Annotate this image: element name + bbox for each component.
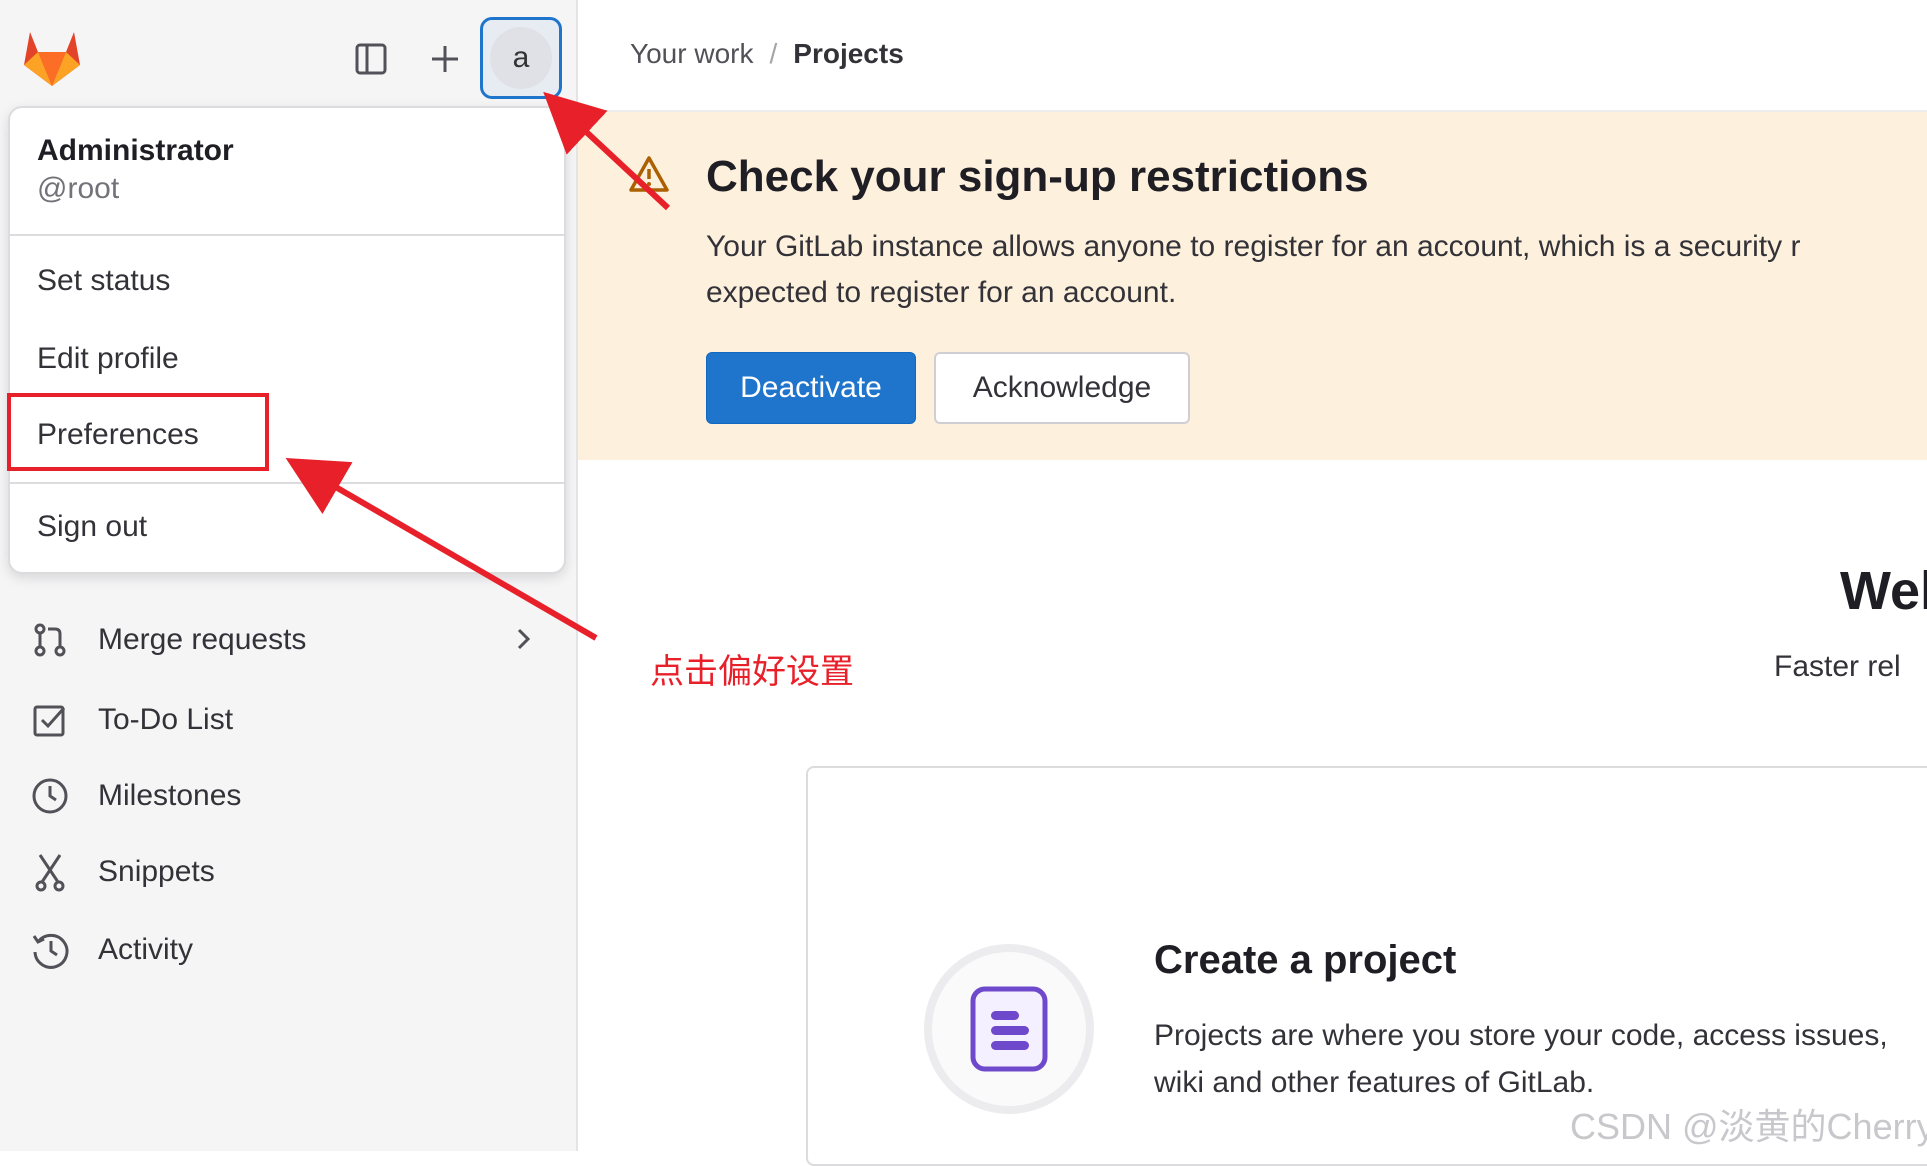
acknowledge-button[interactable]: Acknowledge bbox=[934, 352, 1190, 424]
sidebar-item-label: Snippets bbox=[98, 855, 215, 888]
banner-title: Check your sign-up restrictions bbox=[706, 152, 1369, 201]
sidebar-item-merge-requests[interactable]: Merge requests bbox=[28, 610, 548, 670]
user-avatar-button[interactable]: a bbox=[480, 17, 562, 99]
clock-icon bbox=[28, 774, 72, 818]
sidebar-item-label: To-Do List bbox=[98, 703, 234, 736]
sidebar-item-activity[interactable]: Activity bbox=[28, 920, 548, 980]
plus-icon bbox=[432, 46, 458, 72]
sidebar-header: a bbox=[0, 0, 576, 110]
edit-profile-item[interactable]: Edit profile bbox=[37, 342, 179, 376]
banner-text-line: expected to register for an account. bbox=[706, 276, 1177, 309]
breadcrumb-separator: / bbox=[769, 38, 778, 69]
sidebar-item-snippets[interactable]: Snippets bbox=[28, 842, 548, 902]
banner-text: Your GitLab instance allows anyone to re… bbox=[706, 224, 1927, 316]
signup-restrictions-banner: Check your sign-up restrictions Your Git… bbox=[578, 112, 1927, 460]
breadcrumb: Your work / Projects bbox=[630, 38, 904, 70]
create-new-button[interactable] bbox=[422, 36, 468, 82]
sidebar-item-label: Merge requests bbox=[98, 623, 307, 656]
sidebar-item-label: Milestones bbox=[98, 779, 242, 812]
chevron-right-icon bbox=[517, 628, 531, 650]
user-handle: @root bbox=[37, 172, 120, 205]
breadcrumb-projects[interactable]: Projects bbox=[793, 38, 904, 69]
warning-icon bbox=[629, 156, 669, 192]
project-icon bbox=[970, 986, 1048, 1072]
avatar-text: a bbox=[512, 41, 530, 74]
welcome-title: Wel bbox=[1840, 561, 1927, 621]
set-status-item[interactable]: Set status bbox=[37, 264, 170, 298]
merge-request-icon bbox=[28, 618, 72, 662]
sidebar-item-label: Activity bbox=[98, 933, 194, 966]
sidebar-toggle-icon bbox=[355, 43, 387, 75]
sidebar-item-milestones[interactable]: Milestones bbox=[28, 766, 548, 826]
preferences-highlight-box bbox=[7, 393, 269, 471]
user-name: Administrator bbox=[37, 134, 234, 167]
history-icon bbox=[28, 928, 72, 972]
breadcrumb-your-work[interactable]: Your work bbox=[630, 38, 753, 69]
gitlab-logo-icon[interactable] bbox=[20, 28, 84, 88]
deactivate-button[interactable]: Deactivate bbox=[706, 352, 916, 424]
annotation-text: 点击偏好设置 bbox=[650, 653, 854, 691]
welcome-subtitle: Faster rel bbox=[1774, 650, 1901, 683]
project-icon-container bbox=[924, 944, 1094, 1114]
avatar: a bbox=[490, 27, 552, 89]
todo-icon bbox=[28, 698, 72, 742]
card-description: Projects are where you store your code, … bbox=[1154, 1019, 1888, 1099]
user-menu-dropdown: Administrator @root Set status Edit prof… bbox=[7, 106, 566, 574]
menu-divider bbox=[10, 234, 564, 236]
toggle-sidebar-button[interactable] bbox=[348, 36, 394, 82]
sidebar-item-todo-list[interactable]: To-Do List bbox=[28, 690, 548, 750]
card-title: Create a project bbox=[1154, 938, 1457, 982]
sign-out-item[interactable]: Sign out bbox=[37, 510, 147, 544]
watermark: CSDN @淡黄的Cherry bbox=[1570, 1106, 1927, 1147]
banner-text-line: Your GitLab instance allows anyone to re… bbox=[706, 230, 1801, 263]
menu-divider bbox=[10, 482, 564, 484]
scissors-icon bbox=[28, 850, 72, 894]
